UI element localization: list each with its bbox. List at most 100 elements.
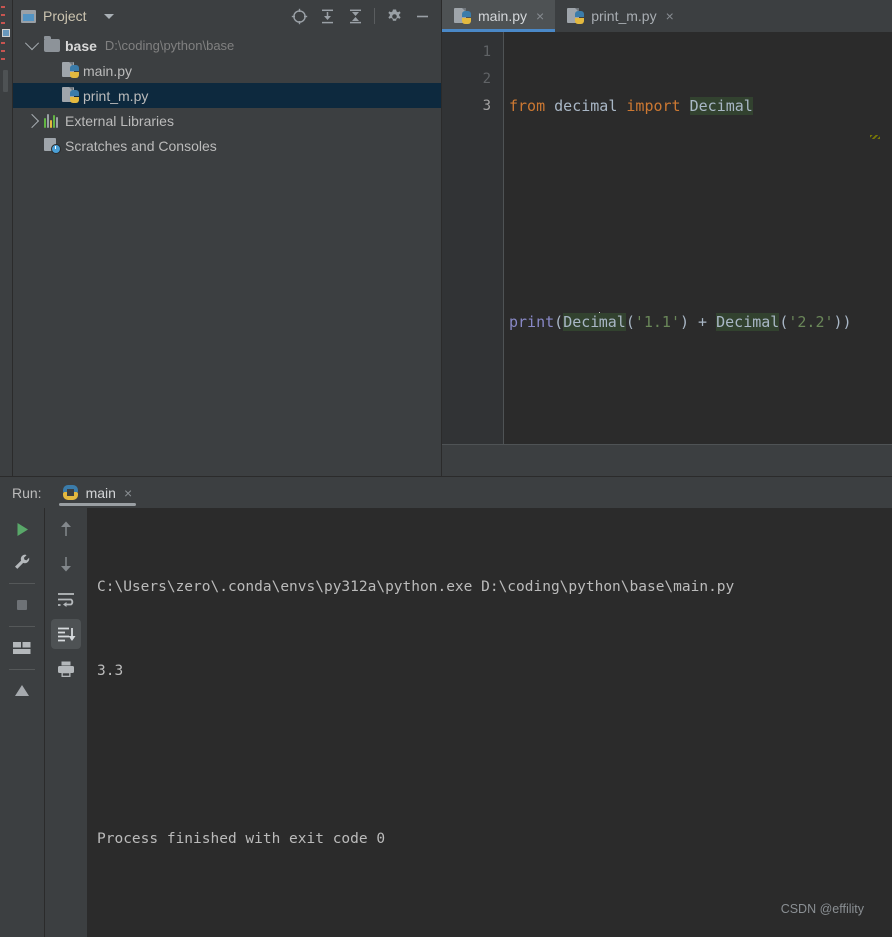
close-icon[interactable]: × xyxy=(124,485,132,501)
toolbar-separator xyxy=(9,669,35,670)
chevron-right-icon[interactable] xyxy=(23,113,41,128)
token-function-print: print xyxy=(509,313,555,331)
token-module-decimal: decimal xyxy=(554,97,618,115)
run-tab-main[interactable]: main × xyxy=(54,477,142,508)
token-identifier-Decimal-cont: mal xyxy=(598,313,626,331)
tree-item-label: base xyxy=(65,37,97,54)
token-paren: ( xyxy=(625,313,635,331)
expand-all-icon[interactable] xyxy=(314,3,340,29)
console-line: Process finished with exit code 0 xyxy=(97,831,386,847)
run-label: Run: xyxy=(12,484,42,501)
editor-footer-strip xyxy=(442,445,892,476)
line-number: 2 xyxy=(482,71,491,87)
run-tab-label: main xyxy=(85,484,116,501)
tree-item-label: main.py xyxy=(83,62,133,79)
token-string-2-2: '2.2' xyxy=(788,313,834,331)
line-number: 1 xyxy=(482,44,491,60)
run-button[interactable] xyxy=(7,514,37,544)
editor-tab-label: main.py xyxy=(478,8,528,24)
python-file-icon xyxy=(59,87,81,104)
tree-item-label: External Libraries xyxy=(65,112,174,129)
console-line: 3.3 xyxy=(97,663,124,679)
collapse-all-icon[interactable] xyxy=(342,3,368,29)
run-body: C:\Users\zero\.conda\envs\py312a\python.… xyxy=(0,508,892,937)
chevron-down-icon[interactable] xyxy=(103,13,114,19)
tree-item-path: D:\coding\python\base xyxy=(104,38,235,53)
code-text-area[interactable]: from decimal import Decimal print(Decima… xyxy=(504,32,892,444)
tab-bar-empty-space xyxy=(684,0,892,32)
tree-row[interactable]: Scratches and Consoles xyxy=(13,133,441,158)
chevron-down-icon[interactable] xyxy=(23,35,41,51)
upper-split: Project base D:\coding\python\base main.… xyxy=(0,0,892,476)
close-icon[interactable]: × xyxy=(536,9,544,23)
token-paren: )) xyxy=(833,313,852,331)
toolbar-separator xyxy=(374,8,375,24)
token-keyword-import: import xyxy=(626,97,681,115)
project-tree[interactable]: base D:\coding\python\base main.py print… xyxy=(13,32,441,476)
external-libraries-icon xyxy=(41,113,63,128)
print-icon[interactable] xyxy=(51,654,81,684)
python-file-icon xyxy=(59,62,81,79)
token-identifier-Decimal: Decimal xyxy=(689,97,753,115)
tree-item-label: print_m.py xyxy=(83,87,149,104)
folder-icon xyxy=(41,36,63,52)
run-toolbar-secondary xyxy=(45,508,88,937)
editor-tab-label: print_m.py xyxy=(591,8,657,24)
scroll-to-end-icon[interactable] xyxy=(51,619,81,649)
tree-row-selected[interactable]: print_m.py xyxy=(13,83,441,108)
soft-wrap-icon[interactable] xyxy=(51,584,81,614)
run-console-output[interactable]: C:\Users\zero\.conda\envs\py312a\python.… xyxy=(88,508,892,937)
project-title-group[interactable]: Project xyxy=(21,8,114,24)
tree-row[interactable]: base D:\coding\python\base xyxy=(13,33,441,58)
scratches-icon xyxy=(41,137,63,154)
code-line-3: print(Decimal('1.1') + Decimal('2.2')) xyxy=(509,309,892,336)
hide-icon[interactable] xyxy=(409,3,435,29)
left-edge-strip xyxy=(0,0,13,476)
settings-wrench-icon[interactable] xyxy=(7,547,37,577)
line-number: 3 xyxy=(482,98,491,114)
project-tool-window: Project base D:\coding\python\base main.… xyxy=(13,0,442,476)
token-paren: ( xyxy=(554,313,564,331)
down-arrow-icon[interactable] xyxy=(51,549,81,579)
editor-gutter[interactable]: 1 2 3 xyxy=(442,32,504,444)
select-opened-file-icon[interactable] xyxy=(286,3,312,29)
token-identifier-Decimal: Decimal xyxy=(716,313,780,331)
editor-tab-main[interactable]: main.py × xyxy=(442,0,556,32)
console-line: C:\Users\zero\.conda\envs\py312a\python.… xyxy=(97,579,735,595)
run-toolbar-primary xyxy=(0,508,45,937)
project-title: Project xyxy=(43,8,87,24)
watermark: CSDN @effility xyxy=(780,902,864,916)
pin-tab-icon[interactable] xyxy=(7,676,37,706)
tree-item-label: Scratches and Consoles xyxy=(65,137,217,154)
python-icon xyxy=(62,485,78,500)
close-icon[interactable]: × xyxy=(666,9,674,23)
run-tool-window: Run: main × C:\Users\zero\.conda\envs\py… xyxy=(0,476,892,937)
project-window-icon xyxy=(21,9,36,23)
token-operator-plus: + xyxy=(689,313,717,331)
breakpoint-marker-icon xyxy=(2,29,10,37)
code-editor[interactable]: 1 2 3 from decimal import Decimal print(… xyxy=(442,32,892,445)
up-arrow-icon[interactable] xyxy=(51,514,81,544)
editor-marker-scrollbar[interactable] xyxy=(880,32,892,444)
editor-tab-print-m[interactable]: print_m.py × xyxy=(555,0,685,32)
editor-area: main.py × print_m.py × 1 2 3 from decima… xyxy=(442,0,892,476)
token-keyword-from: from xyxy=(509,97,546,115)
tree-row[interactable]: main.py xyxy=(13,58,441,83)
layout-settings-icon[interactable] xyxy=(7,633,37,663)
stop-button[interactable] xyxy=(7,590,37,620)
code-line-1: from decimal import Decimal xyxy=(509,93,892,120)
token-identifier-Decimal: Deci xyxy=(563,313,600,331)
toolbar-separator xyxy=(9,626,35,627)
token-string-1-1: '1.1' xyxy=(634,313,680,331)
pycharm-window: Project base D:\coding\python\base main.… xyxy=(0,0,892,937)
tool-strip-handle[interactable] xyxy=(3,70,8,92)
python-file-icon xyxy=(567,7,585,25)
project-tool-window-header: Project xyxy=(13,0,441,32)
settings-gear-icon[interactable] xyxy=(381,3,407,29)
tree-row[interactable]: External Libraries xyxy=(13,108,441,133)
editor-tab-bar: main.py × print_m.py × xyxy=(442,0,892,32)
token-paren: ) xyxy=(680,313,690,331)
python-file-icon xyxy=(454,7,471,25)
